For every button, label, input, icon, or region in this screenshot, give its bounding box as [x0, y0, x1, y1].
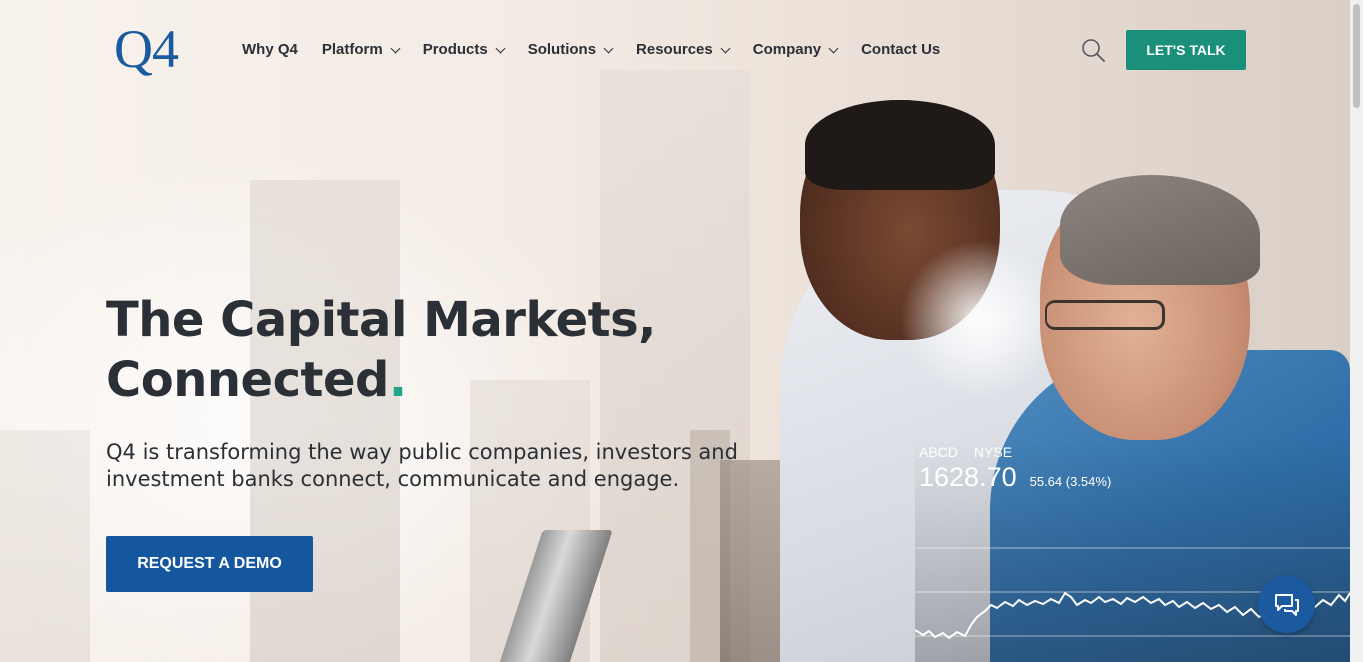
- nav-item-company[interactable]: Company: [752, 41, 839, 58]
- hero-subtitle: Q4 is transforming the way public compan…: [106, 440, 738, 491]
- glasses: [1045, 300, 1165, 330]
- nav-item-products[interactable]: Products: [422, 41, 506, 58]
- nav-item-label: Company: [752, 41, 822, 58]
- chat-button[interactable]: [1258, 576, 1315, 633]
- nav-item-label: Contact Us: [861, 41, 941, 58]
- hero-title-line1: The Capital Markets,: [106, 292, 656, 348]
- nav-item-solutions[interactable]: Solutions: [527, 41, 614, 58]
- chevron-down-icon: [390, 43, 401, 53]
- nav-item-resources[interactable]: Resources: [636, 41, 731, 58]
- nav-item-label: Products: [422, 41, 488, 58]
- hero-title-line2: Connected: [106, 352, 389, 408]
- lets-talk-button[interactable]: LET'S TALK: [1126, 30, 1246, 70]
- chevron-down-icon: [720, 43, 731, 53]
- chevron-down-icon: [495, 43, 506, 53]
- main-nav: Why Q4 Platform Products Solutions Resou…: [242, 41, 964, 58]
- request-demo-button[interactable]: REQUEST A DEMO: [106, 536, 313, 592]
- hero-title: The Capital Markets, Connected.: [106, 290, 656, 410]
- ticker-symbol: ABCD: [919, 444, 958, 460]
- chat-icon: [1274, 593, 1299, 616]
- nav-item-label: Why Q4: [242, 41, 298, 58]
- q4-logo[interactable]: Q4: [114, 22, 179, 76]
- hero-title-accent: .: [388, 352, 407, 408]
- stock-ticker: ABCD NYSE 1628.70 55.64 (3.54%): [919, 444, 1111, 493]
- search-icon[interactable]: [1081, 38, 1105, 62]
- nav-item-label: Resources: [636, 41, 713, 58]
- nav-item-platform[interactable]: Platform: [321, 41, 401, 58]
- ticker-price: 1628.70: [919, 462, 1017, 492]
- chevron-down-icon: [828, 43, 839, 53]
- nav-item-label: Solutions: [527, 41, 597, 58]
- light-glow: [900, 240, 1060, 400]
- nav-item-contact-us[interactable]: Contact Us: [861, 41, 940, 58]
- page-scrollbar[interactable]: [1350, 0, 1363, 662]
- background-building: [0, 430, 90, 662]
- person-standing-hair: [805, 100, 995, 190]
- ticker-exchange: NYSE: [973, 444, 1013, 460]
- nav-item-why-q4[interactable]: Why Q4: [242, 41, 298, 58]
- ticker-change: 55.64 (3.54%): [1029, 474, 1112, 489]
- nav-item-label: Platform: [321, 41, 383, 58]
- chevron-down-icon: [603, 43, 614, 53]
- site-header: Q4 Why Q4 Platform Products Solutions Re…: [0, 0, 1350, 100]
- scrollbar-thumb[interactable]: [1353, 4, 1360, 108]
- person-seated-hair: [1060, 175, 1260, 285]
